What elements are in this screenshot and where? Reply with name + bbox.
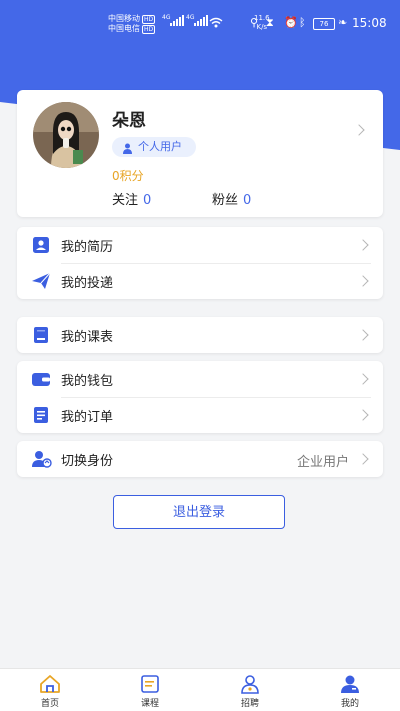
tab-label-recruit: 招聘: [240, 699, 259, 709]
menu-item-resume[interactable]: 我的简历: [17, 227, 383, 263]
tab-label-courses: 课程: [140, 699, 159, 709]
carrier-1: 中国移动: [108, 14, 140, 23]
tab-home[interactable]: 首页: [20, 669, 80, 711]
wallet-icon: [31, 370, 51, 388]
tab-label-mine: 我的: [340, 699, 359, 709]
recruit-icon: [239, 674, 261, 694]
carrier-info: 中国移动 HD 中国电信 HD: [108, 14, 156, 34]
menu-label-resume: 我的简历: [61, 240, 114, 255]
user-type-label: 个人用户: [138, 140, 182, 153]
points-value[interactable]: 0积分: [112, 167, 144, 184]
status-time: 15:08: [352, 16, 387, 30]
menu-item-switch-identity[interactable]: 切换身份 企业用户: [17, 441, 383, 477]
menu-label-delivery: 我的投递: [61, 276, 114, 291]
resume-icon: [31, 236, 51, 254]
bluetooth-icon: ᛒ: [299, 16, 306, 29]
user-icon: [122, 141, 133, 161]
menu-label-switch-identity: 切换身份: [61, 454, 114, 469]
current-identity-value: 企业用户: [296, 455, 349, 470]
tab-recruit[interactable]: 招聘: [220, 669, 280, 711]
person-icon: [339, 674, 361, 694]
send-icon: [31, 272, 51, 290]
chevron-right-icon: [357, 373, 369, 385]
battery-level: 76: [319, 20, 329, 28]
chevron-right-icon: [357, 275, 369, 287]
avatar[interactable]: [33, 102, 99, 168]
resume-group: 我的简历 我的投递: [17, 227, 383, 299]
hd-badge-1: HD: [142, 15, 156, 24]
menu-item-wallet[interactable]: 我的钱包: [17, 361, 383, 397]
home-icon: [39, 674, 61, 694]
logout-button[interactable]: 退出登录: [113, 495, 285, 529]
tab-courses[interactable]: 课程: [120, 669, 180, 711]
user-type-badge: 个人用户: [112, 137, 196, 157]
wifi-icon: [209, 17, 223, 31]
battery-icon: 76: [313, 18, 335, 30]
orders-icon: [31, 406, 51, 424]
hourglass-icon: ⧗: [266, 16, 274, 29]
identity-group: 切换身份 企业用户: [17, 441, 383, 477]
chevron-right-icon: [357, 329, 369, 341]
menu-item-delivery[interactable]: 我的投递: [17, 263, 383, 299]
book-icon: [139, 674, 161, 694]
fans-label: 粉丝: [212, 193, 239, 208]
fans-count: 0: [243, 193, 252, 208]
chevron-right-icon: [357, 239, 369, 251]
menu-item-orders[interactable]: 我的订单: [17, 397, 383, 433]
signal-icon-2: [194, 15, 208, 26]
fans-stat[interactable]: 粉丝 0: [212, 189, 251, 208]
menu-label-schedule: 我的课表: [61, 330, 114, 345]
follow-stat[interactable]: 关注 0: [112, 189, 151, 208]
chevron-right-icon: [357, 453, 369, 465]
tab-mine[interactable]: 我的: [320, 669, 380, 711]
status-bar: 中国移动 HD 中国电信 HD 4G 4G 11.6 K/s ⚲ ⧗ ⏰ ᛒ 76 …: [0, 0, 400, 48]
signal-icon: [170, 15, 184, 26]
chevron-right-icon: [353, 124, 365, 136]
schedule-icon: [31, 326, 51, 344]
alarm-icon: ⏰: [284, 16, 298, 29]
chevron-right-icon: [357, 409, 369, 421]
follow-count: 0: [143, 193, 152, 208]
bottom-tab-bar: 首页 课程 招聘 我的: [0, 668, 400, 711]
hd-badge-2: HD: [142, 25, 156, 34]
switch-user-icon: [31, 450, 52, 468]
menu-label-orders: 我的订单: [61, 410, 114, 425]
menu-item-schedule[interactable]: 我的课表: [17, 317, 383, 353]
leaf-icon: ❧: [338, 16, 348, 29]
follow-label: 关注: [112, 193, 139, 208]
link-icon: ⚲: [250, 16, 259, 29]
tab-label-home: 首页: [40, 699, 59, 709]
profile-card[interactable]: 朵恩 个人用户 0积分 关注 0 粉丝 0: [17, 90, 383, 217]
carrier-2: 中国电信: [108, 24, 140, 33]
menu-label-wallet: 我的钱包: [61, 374, 114, 389]
wallet-group: 我的钱包 我的订单: [17, 361, 383, 433]
schedule-group: 我的课表: [17, 317, 383, 353]
user-name: 朵恩: [112, 111, 146, 131]
